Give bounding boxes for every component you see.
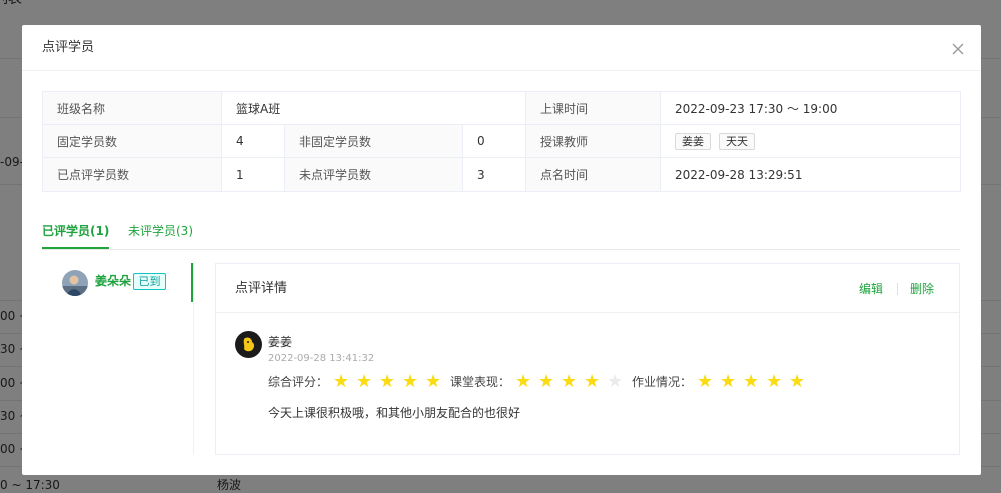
review-tabs: 已评学员(1) 未评学员(3) — [42, 221, 960, 250]
modal-title: 点评学员 — [42, 40, 95, 55]
star-filled-icon: ★ — [720, 371, 737, 392]
teacher-label: 授课教师 — [525, 124, 661, 158]
rollcall-time-label: 点名时间 — [525, 157, 661, 192]
teacher-tags: 姜姜 天天 — [660, 124, 961, 158]
teacher-avatar — [235, 331, 262, 358]
rating-stars: ★ ★ ★ ★ ★ — [515, 372, 630, 392]
teacher-tag: 天天 — [719, 132, 755, 150]
comment-author: 姜姜 — [268, 335, 293, 349]
rollcall-time-value: 2022-09-28 13:29:51 — [660, 157, 961, 192]
reviewed-students-value: 1 — [221, 157, 285, 192]
star-filled-icon: ★ — [697, 371, 714, 392]
star-filled-icon: ★ — [584, 371, 601, 392]
fixed-students-label: 固定学员数 — [42, 124, 222, 158]
review-students-modal: 点评学员 班级名称 篮球A班 上课时间 2022-09-23 17:30 ～ 1… — [22, 25, 981, 475]
star-filled-icon: ★ — [379, 371, 396, 392]
star-filled-icon: ★ — [356, 371, 373, 392]
detail-header-divider — [216, 312, 959, 313]
star-filled-icon: ★ — [789, 371, 806, 392]
tab-unreviewed[interactable]: 未评学员(3) — [128, 221, 193, 249]
class-info-table: 班级名称 篮球A班 上课时间 2022-09-23 17:30 ～ 19:00 … — [42, 91, 961, 192]
review-detail-panel: 点评详情 编辑 删除 姜姜 2022-09-28 13:41:32 综合评分： ★… — [215, 263, 960, 455]
star-filled-icon: ★ — [333, 371, 350, 392]
student-avatar — [62, 270, 88, 296]
star-filled-icon: ★ — [766, 371, 783, 392]
star-filled-icon: ★ — [538, 371, 555, 392]
edit-button[interactable]: 编辑 — [859, 282, 883, 296]
rating-label: 作业情况： — [632, 375, 693, 389]
rating-homework: 作业情况： ★ ★ ★ ★ ★ — [632, 372, 812, 392]
delete-button[interactable]: 删除 — [910, 282, 934, 296]
rating-stars: ★ ★ ★ ★ ★ — [333, 372, 448, 392]
class-name-label: 班级名称 — [42, 91, 222, 125]
action-separator — [897, 283, 898, 295]
header-divider — [22, 70, 981, 71]
class-name-value: 篮球A班 — [221, 91, 526, 125]
student-list-divider — [193, 263, 194, 455]
rating-stars: ★ ★ ★ ★ ★ — [697, 372, 812, 392]
unreviewed-students-value: 3 — [462, 157, 526, 192]
rating-overall: 综合评分： ★ ★ ★ ★ ★ — [268, 372, 448, 392]
rating-label: 综合评分： — [268, 375, 329, 389]
class-time-value: 2022-09-23 17:30 ～ 19:00 — [660, 91, 961, 125]
rating-row: 综合评分： ★ ★ ★ ★ ★ 课堂表现： ★ ★ ★ ★ ★ 作业情况： ★ ★ ★ ★ ★ — [268, 372, 814, 392]
reviewed-students-label: 已点评学员数 — [42, 157, 222, 192]
star-filled-icon: ★ — [425, 371, 442, 392]
comment-text: 今天上课很积极哦，和其他小朋友配合的也很好 — [268, 406, 521, 420]
star-empty-icon: ★ — [607, 371, 624, 392]
detail-title: 点评详情 — [235, 281, 288, 296]
star-filled-icon: ★ — [515, 371, 532, 392]
comment-timestamp: 2022-09-28 13:41:32 — [268, 353, 375, 364]
fixed-students-value: 4 — [221, 124, 285, 158]
teacher-tag: 姜姜 — [675, 132, 711, 150]
unreviewed-students-label: 未点评学员数 — [284, 157, 463, 192]
close-icon[interactable] — [951, 41, 965, 55]
class-time-label: 上课时间 — [525, 91, 661, 125]
student-name: 姜朵朵 — [95, 274, 132, 288]
rating-class-performance: 课堂表现： ★ ★ ★ ★ ★ — [450, 372, 630, 392]
star-filled-icon: ★ — [402, 371, 419, 392]
tab-reviewed[interactable]: 已评学员(1) — [42, 221, 110, 249]
attendance-status-badge: 已到 — [133, 273, 166, 290]
star-filled-icon: ★ — [743, 371, 760, 392]
nonfixed-students-label: 非固定学员数 — [284, 124, 463, 158]
star-filled-icon: ★ — [561, 371, 578, 392]
rating-label: 课堂表现： — [450, 375, 511, 389]
nonfixed-students-value: 0 — [462, 124, 526, 158]
